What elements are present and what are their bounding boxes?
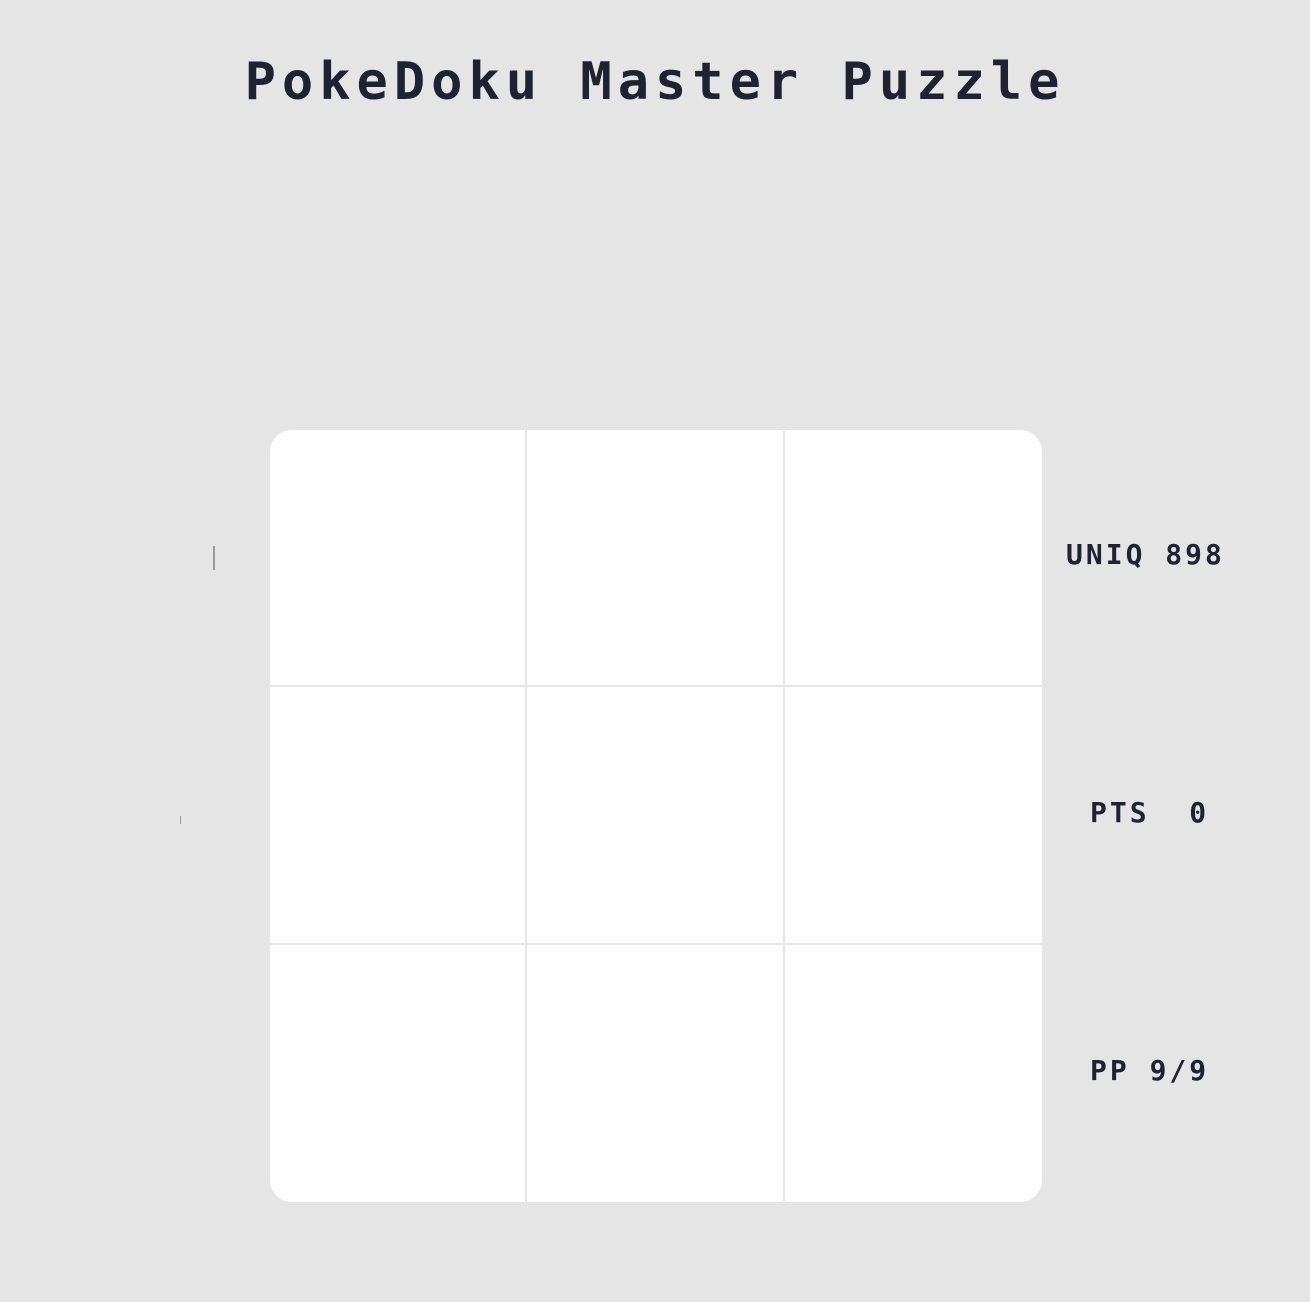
grid-cell-2-1[interactable]	[270, 687, 528, 945]
uniqueness-counter: UNIQ 898	[1066, 538, 1225, 571]
grid-cell-2-2[interactable]	[527, 687, 785, 945]
grid-cell-3-2[interactable]	[527, 944, 785, 1202]
grid-cell-2-3[interactable]	[784, 687, 1042, 945]
points-counter: PTS 0	[1090, 796, 1210, 829]
page-title: PokeDoku Master Puzzle	[244, 52, 1066, 112]
grid-cell-3-1[interactable]	[270, 944, 528, 1202]
grid-cell-1-1[interactable]	[270, 430, 528, 688]
row-header-2	[180, 816, 181, 824]
puzzle-grid	[270, 430, 1042, 1202]
grid-cell-3-3[interactable]	[784, 944, 1042, 1202]
grid-cell-1-3[interactable]	[784, 430, 1042, 688]
guesses-remaining: PP 9/9	[1090, 1054, 1210, 1087]
row-header-1	[213, 546, 215, 570]
grid-cell-1-2[interactable]	[527, 430, 785, 688]
